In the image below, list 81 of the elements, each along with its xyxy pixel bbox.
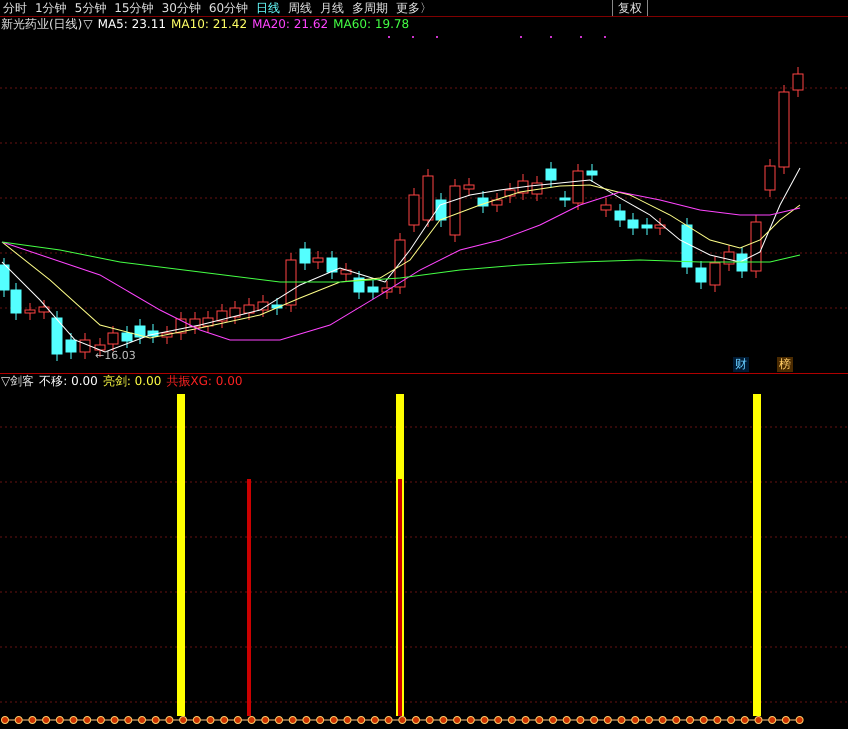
period-tab[interactable]: 周线 (285, 0, 318, 16)
candlestick (586, 164, 598, 182)
period-tab[interactable]: 30分钟 (158, 0, 206, 16)
candlestick (450, 178, 460, 242)
candlestick (422, 168, 434, 228)
candlestick (202, 310, 214, 334)
candlestick (628, 212, 638, 236)
candlestick (546, 162, 556, 188)
candlestick (300, 242, 310, 270)
candlestick (408, 188, 420, 232)
info-badge[interactable]: 榜 (777, 357, 793, 372)
candlestick (750, 214, 762, 278)
candlestick (464, 178, 474, 196)
candlestick (0, 258, 10, 298)
indicator-value: 共振XG: 0.00 (166, 374, 242, 389)
candlestick (600, 198, 612, 218)
candlestick (642, 218, 652, 236)
candlestick (38, 300, 50, 320)
candlestick (176, 312, 186, 340)
period-tab[interactable]: 1分钟 (32, 0, 72, 16)
candlestick (368, 280, 378, 300)
candlestick (122, 326, 132, 348)
candlestick (354, 270, 364, 300)
candlestick (696, 260, 706, 290)
candlestick (504, 182, 516, 204)
candlestick (80, 332, 90, 360)
candlestick (66, 332, 76, 360)
candlestick (258, 294, 268, 318)
candlestick (792, 66, 804, 98)
candlestick (736, 246, 748, 278)
candlestick (492, 192, 502, 212)
candlestick (532, 176, 542, 202)
candlestick (286, 252, 296, 312)
candlestick (682, 218, 692, 274)
candlestick (724, 244, 734, 272)
candlestick (382, 280, 392, 300)
candlestick (560, 190, 570, 208)
period-tab[interactable]: 日线 (253, 0, 286, 16)
indicator-value: MA20: 21.62 (252, 17, 328, 32)
candlestick (478, 190, 488, 214)
indicator-value: MA60: 19.78 (333, 17, 410, 32)
period-tab[interactable]: 60分钟 (206, 0, 254, 16)
toolbar-button[interactable]: 复权 (612, 0, 648, 16)
candlestick (710, 256, 720, 292)
candlestick (272, 298, 282, 316)
candlestick (52, 310, 62, 362)
candlestick (312, 250, 324, 270)
candlestick (148, 324, 158, 344)
candlestick (10, 282, 22, 320)
indicator-value: MA10: 21.42 (171, 17, 248, 32)
candlestick (326, 250, 338, 280)
indicator-value: MA5: 23.11 (98, 17, 166, 32)
period-tab[interactable]: 多周期 (349, 0, 394, 16)
period-tab[interactable]: 月线 (317, 0, 350, 16)
candlestick (134, 318, 146, 344)
chart-title: 新光药业(日线) (1, 17, 82, 32)
period-tab[interactable]: 更多〉 (393, 0, 438, 16)
indicator-title[interactable]: ▽剑客 (1, 374, 34, 389)
candlestick (518, 174, 528, 200)
candlestick (654, 218, 666, 236)
candlestick (614, 204, 626, 228)
candlestick (230, 300, 240, 324)
indicator-value: 亮剑: 0.00 (102, 374, 162, 389)
candlestick (24, 302, 36, 320)
period-tab[interactable]: 15分钟 (111, 0, 159, 16)
candlestick (190, 312, 200, 334)
candlestick (340, 262, 352, 282)
info-badge[interactable]: 财 (733, 357, 749, 372)
period-tab[interactable]: 5分钟 (72, 0, 112, 16)
candlestick (108, 326, 118, 352)
candlestick (436, 192, 446, 228)
candlestick (394, 232, 406, 294)
candlestick (216, 304, 228, 328)
toggle-button[interactable]: ▽ (83, 17, 93, 32)
low-price-label: ←16.03 (95, 349, 136, 362)
period-tab[interactable]: 分时 (0, 0, 32, 16)
candlestick (764, 158, 776, 198)
candlestick (244, 298, 254, 320)
candlestick (572, 164, 584, 210)
candlestick (162, 326, 172, 344)
indicator-value: 不移: 0.00 (39, 374, 98, 389)
